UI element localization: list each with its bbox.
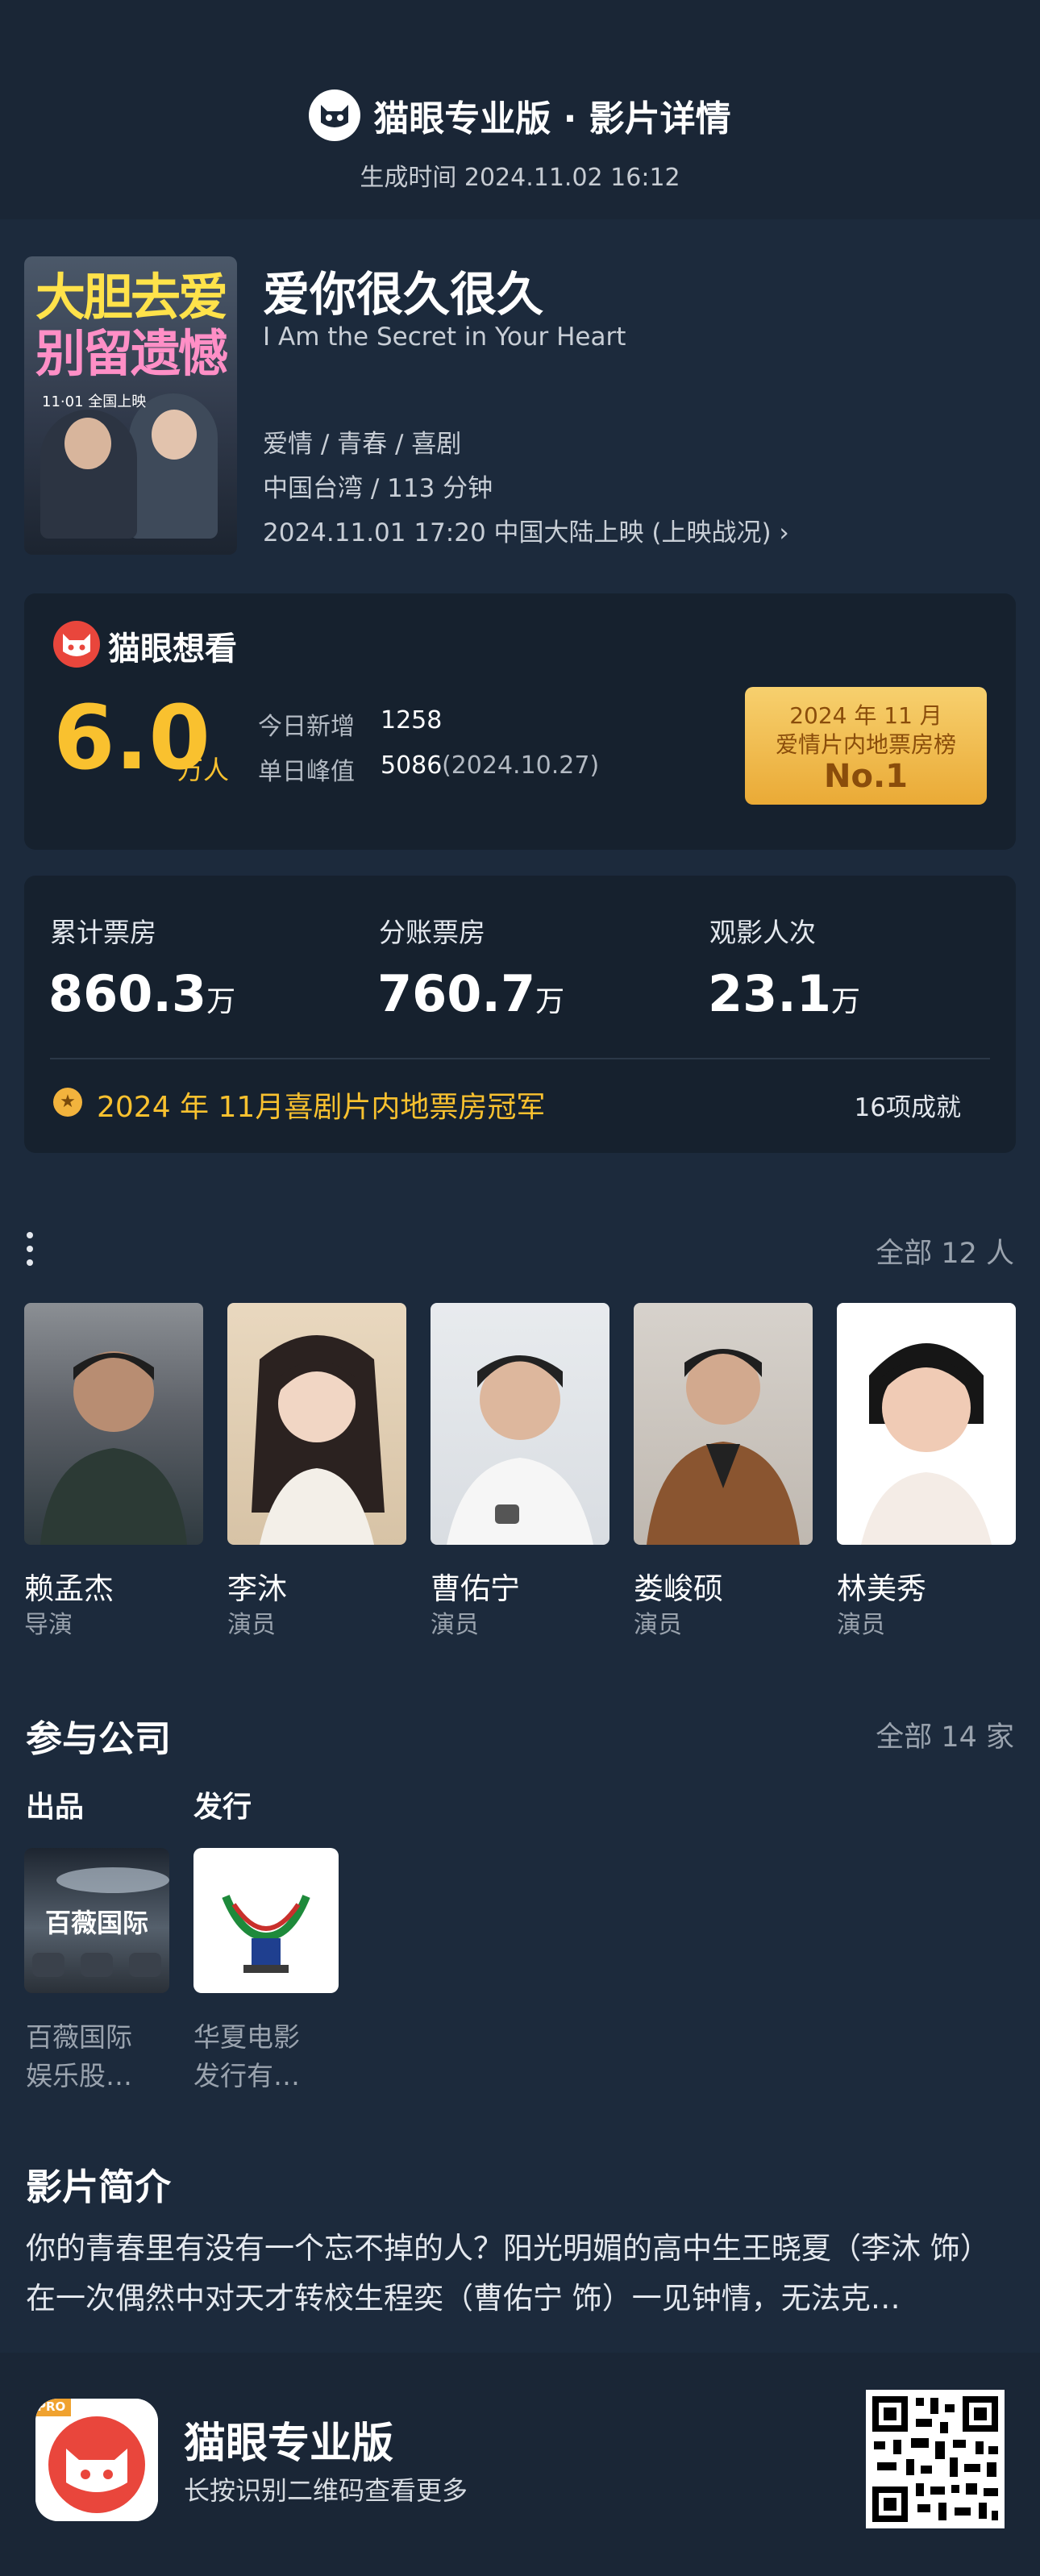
- producer-logo[interactable]: 百薇国际: [24, 1848, 169, 1993]
- qr-code-icon[interactable]: [866, 2390, 1005, 2528]
- distributor-label: 发行: [193, 1791, 252, 1824]
- qr-hint: 长按识别二维码查看更多: [184, 2475, 468, 2506]
- cast-role: 导演: [24, 1611, 73, 1639]
- companies-view-all[interactable]: 全部 14 家: [876, 1714, 1014, 1755]
- cast-photo-1[interactable]: [227, 1303, 406, 1545]
- cast-name: 曹佑宁: [431, 1571, 520, 1606]
- want-title: 猫眼想看: [108, 630, 237, 668]
- cumulative-box-office: 860.3万: [48, 964, 236, 1023]
- split-box-office: 760.7万: [377, 964, 565, 1023]
- cast-section-marker-icon: [26, 1229, 34, 1269]
- distributor-name: 华夏电影 发行有…: [193, 2021, 300, 2091]
- movie-poster[interactable]: 大胆去爱 别留遗憾 11·01 全国上映: [24, 256, 237, 555]
- producer-logo-text: 百薇国际: [44, 1908, 148, 1938]
- producer-name: 百薇国际 娱乐股…: [26, 2021, 132, 2091]
- achievement-count[interactable]: 16项成就: [855, 1087, 961, 1123]
- producer-label: 出品: [26, 1791, 85, 1824]
- synopsis-title: 影片简介: [26, 2166, 172, 2208]
- brand-row: 猫眼专业版 · 影片详情: [0, 87, 1040, 144]
- cast-name: 李沐: [227, 1571, 287, 1606]
- poster-face: [64, 418, 111, 469]
- peak-date: (2024.10.27): [442, 751, 600, 780]
- movie-genres: 爱情 / 青春 / 喜剧: [263, 430, 462, 459]
- today-new-label: 今日新增: [258, 713, 355, 741]
- rank-period: 2024 年 11 月: [789, 702, 942, 729]
- app-name: 猫眼专业版: [184, 2420, 394, 2468]
- cast-name: 娄峻硕: [634, 1571, 723, 1606]
- cast-role: 演员: [431, 1611, 479, 1639]
- maoyan-app-icon: PRO: [35, 2399, 158, 2521]
- header-title: 猫眼专业版 · 影片详情: [373, 98, 731, 139]
- poster-tagline-1: 大胆去爱: [35, 268, 228, 327]
- poster-release-date: 11·01 全国上映: [42, 393, 147, 410]
- divider: [50, 1058, 990, 1059]
- synopsis-text[interactable]: 你的青春里有没有一个忘不掉的人？阳光明媚的高中生王晓夏（李沐 饰）在一次偶然中对…: [26, 2224, 1014, 2324]
- cast-role: 演员: [634, 1611, 682, 1639]
- cast-photo-2[interactable]: [431, 1303, 609, 1545]
- movie-english-title: I Am the Secret in Your Heart: [263, 323, 626, 352]
- cast-name: 林美秀: [837, 1571, 926, 1606]
- movie-region-duration: 中国台湾 / 113 分钟: [263, 474, 493, 503]
- cast-role: 演员: [227, 1611, 276, 1639]
- pro-badge: PRO: [37, 2399, 66, 2414]
- cast-photo-4[interactable]: [837, 1303, 1016, 1545]
- movie-release-link[interactable]: 2024.11.01 17:20 中国大陆上映 (上映战况) ›: [263, 512, 789, 548]
- cast-view-all[interactable]: 全部 12 人: [876, 1230, 1014, 1271]
- movie-title: 爱你很久很久: [263, 267, 544, 322]
- viewers-count: 23.1万: [708, 964, 860, 1023]
- generated-time: 生成时间 2024.11.02 16:12: [360, 164, 680, 192]
- cast-name: 赖孟杰: [24, 1571, 114, 1606]
- today-new-value: 1258: [381, 706, 443, 735]
- cast-photo-3[interactable]: [634, 1303, 813, 1545]
- rank-position: No.1: [824, 758, 908, 795]
- peak-value: 5086: [381, 751, 443, 780]
- maoyan-want-icon: [53, 621, 100, 668]
- medal-icon: ★: [53, 1088, 82, 1117]
- cast-role: 演员: [837, 1611, 885, 1639]
- rank-badge[interactable]: 2024 年 11 月 爱情片内地票房榜 No.1: [745, 687, 987, 805]
- poster-face: [152, 410, 197, 460]
- split-box-office-label: 分账票房: [379, 917, 485, 948]
- peak-label: 单日峰值: [258, 758, 355, 786]
- poster-tagline-2: 别留遗憾: [35, 324, 228, 383]
- cast-photo-0[interactable]: [24, 1303, 203, 1545]
- companies-title: 参与公司: [26, 1717, 172, 1760]
- cumulative-box-office-label: 累计票房: [50, 917, 156, 948]
- viewers-label: 观影人次: [709, 917, 816, 948]
- distributor-logo[interactable]: [193, 1848, 339, 1993]
- rank-category: 爱情片内地票房榜: [775, 731, 956, 758]
- want-unit: 万人: [177, 755, 230, 785]
- maoyan-cat-icon: [309, 89, 361, 141]
- achievement-text[interactable]: 2024 年 11月喜剧片内地票房冠军: [97, 1084, 545, 1126]
